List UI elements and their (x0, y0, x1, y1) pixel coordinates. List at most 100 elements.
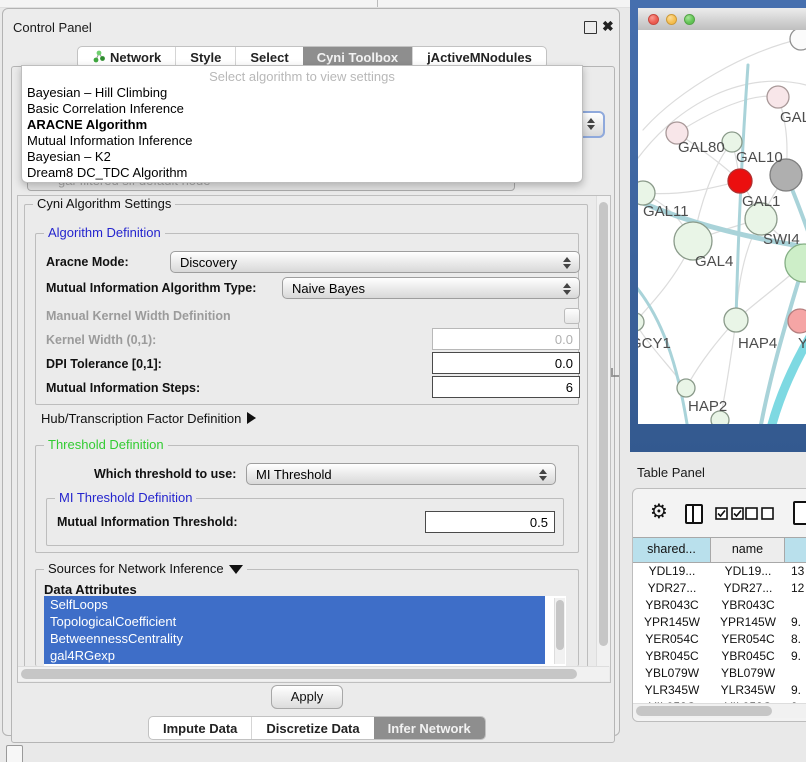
table-row[interactable]: YBR043CYBR043C (633, 597, 806, 614)
algorithm-item-basic-correlation-inference[interactable]: Basic Correlation Inference (22, 101, 582, 117)
table-cell: YER054C (633, 631, 711, 648)
close-icon[interactable]: ✖ (602, 19, 614, 33)
algorithm-dropdown-list: Select algorithm to view settings Bayesi… (21, 65, 583, 183)
columns-icon[interactable] (685, 504, 703, 524)
attribute-item-selfloops[interactable]: SelfLoops (44, 596, 545, 613)
manual-kernel-label: Manual Kernel Width Definition (46, 309, 231, 323)
tab-discretize-data[interactable]: Discretize Data (251, 717, 373, 739)
network-node[interactable] (767, 86, 789, 108)
aracne-mode-combo[interactable]: Discovery (170, 251, 580, 273)
network-node[interactable] (724, 308, 748, 332)
network-node[interactable] (638, 181, 655, 205)
apply-button[interactable]: Apply (271, 685, 343, 709)
table-header-row: shared...nameA (633, 537, 806, 563)
settings-group-title: Cyni Algorithm Settings (33, 197, 175, 211)
attribute-item-gal4rgexp[interactable]: gal4RGexp (44, 647, 545, 664)
float-window-icon[interactable] (584, 21, 597, 34)
table-row[interactable]: YPR145WYPR145W9. (633, 614, 806, 631)
table-row[interactable]: YDL19...YDL19...13 (633, 563, 806, 580)
table-cell: YDL19... (633, 563, 711, 580)
settings-scrollpane: Cyni Algorithm Settings Algorithm Defini… (17, 195, 611, 683)
tab-impute-data[interactable]: Impute Data (149, 717, 251, 739)
mi-threshold-field[interactable]: 0.5 (425, 511, 555, 533)
table-cell: 9. (785, 682, 806, 699)
collapsed-panel-icon[interactable] (6, 745, 23, 762)
gear-icon[interactable]: ⚙ (650, 498, 668, 524)
manual-kernel-checkbox[interactable] (564, 308, 580, 324)
zoom-traffic-light-icon[interactable] (684, 14, 695, 25)
toolbar-divider (377, 0, 378, 7)
mi-steps-field[interactable]: 6 (432, 376, 580, 398)
tab-label: Discretize Data (266, 721, 359, 736)
which-threshold-combo[interactable]: MI Threshold (246, 463, 556, 485)
table-cell (785, 597, 806, 614)
table-cell: 13 (785, 563, 806, 580)
table-row[interactable]: YBR045CYBR045C9. (633, 648, 806, 665)
threshold-definition-title: Threshold Definition (44, 438, 168, 452)
tab-label: Network (110, 50, 161, 65)
network-node[interactable] (788, 309, 806, 333)
algorithm-item-aracne-algorithm[interactable]: ARACNE Algorithm (22, 117, 582, 133)
tab-label: Impute Data (163, 721, 237, 736)
hub-definition-expander[interactable]: Hub/Transcription Factor Definition (41, 411, 256, 426)
threshold-definition-group: Threshold Definition Which threshold to … (35, 445, 579, 553)
network-node[interactable] (728, 169, 752, 193)
mi-threshold-definition-group: MI Threshold Definition Mutual Informati… (46, 498, 564, 546)
algorithm-items: Bayesian – Hill ClimbingBasic Correlatio… (22, 85, 582, 181)
table-row[interactable]: YBL079WYBL079W (633, 665, 806, 682)
table-cell: YPR145W (711, 614, 785, 631)
minimize-traffic-light-icon[interactable] (666, 14, 677, 25)
attribute-item-topologicalcoefficient[interactable]: TopologicalCoefficient (44, 613, 545, 630)
attribute-item-betweennesscentrality[interactable]: BetweennessCentrality (44, 630, 545, 647)
deselect-all-checkboxes-icon[interactable] (745, 507, 775, 520)
table-cell: YPR145W (633, 614, 711, 631)
table-cell: YBR043C (711, 597, 785, 614)
network-canvas[interactable]: GALGAL80GAL10GAL11GAL1SWI4GAL4GCY1HAP4YH… (638, 30, 806, 424)
table-row[interactable]: YER054CYER054C8. (633, 631, 806, 648)
algorithm-item-bayesian-k2[interactable]: Bayesian – K2 (22, 149, 582, 165)
network-node-label: GAL80 (678, 139, 725, 156)
network-window-titlebar[interactable] (638, 8, 806, 31)
panel-resize-handle[interactable] (611, 368, 619, 377)
table-body: YDL19...YDL19...13YDR27...YDR27...12YBR0… (633, 563, 806, 703)
table-horizontal-scrollbar[interactable] (633, 703, 806, 718)
network-node-label: GAL (780, 109, 806, 126)
column-header-a[interactable]: A (785, 538, 806, 562)
dpi-tolerance-label: DPI Tolerance [0,1]: (46, 357, 162, 371)
attribute-list-scrollbar[interactable] (554, 598, 565, 664)
close-traffic-light-icon[interactable] (648, 14, 659, 25)
settings-horizontal-scrollbar[interactable] (18, 666, 609, 681)
table-cell: YER054C (711, 631, 785, 648)
column-header-name[interactable]: name (711, 538, 785, 562)
sources-title-text: Sources for Network Inference (48, 561, 224, 576)
column-header-shared[interactable]: shared... (633, 538, 711, 562)
table-cell: YBR045C (711, 648, 785, 665)
table-cell (785, 665, 806, 682)
table-row[interactable]: YDR27...YDR27...12 (633, 580, 806, 597)
mi-threshold-definition-title: MI Threshold Definition (55, 491, 196, 505)
algorithm-item-mutual-information-inference[interactable]: Mutual Information Inference (22, 133, 582, 149)
algorithm-item-bayesian-hill-climbing[interactable]: Bayesian – Hill Climbing (22, 85, 582, 101)
tab-label: jActiveMNodules (427, 50, 532, 65)
settings-vertical-scrollbar[interactable] (596, 196, 610, 666)
aracne-mode-label: Aracne Mode: (46, 255, 129, 269)
table-row[interactable]: YLR345WYLR345W9. (633, 682, 806, 699)
kernel-width-label: Kernel Width (0,1): (46, 333, 156, 347)
expand-arrow-icon (247, 412, 256, 424)
aracne-mode-value: Discovery (180, 255, 237, 270)
node-table: shared...nameA YDL19...YDL19...13YDR27..… (633, 537, 806, 718)
collapse-arrow-icon (229, 565, 243, 574)
file-icon[interactable] (793, 501, 806, 525)
network-node[interactable] (677, 379, 695, 397)
combo-spinner-icon (563, 282, 571, 296)
table-cell: YBR045C (633, 648, 711, 665)
mi-algorithm-type-combo[interactable]: Naive Bayes (282, 277, 580, 299)
select-all-checkboxes-icon[interactable] (715, 507, 745, 520)
dpi-tolerance-field[interactable]: 0.0 (432, 352, 580, 374)
tab-infer-network[interactable]: Infer Network (374, 717, 485, 739)
network-node[interactable] (790, 30, 806, 50)
algorithm-item-dream8-dc-tdc-algorithm[interactable]: Dream8 DC_TDC Algorithm (22, 165, 582, 181)
sources-title: Sources for Network Inference (44, 562, 247, 576)
kernel-width-field[interactable]: 0.0 (432, 328, 580, 350)
network-node[interactable] (638, 313, 644, 331)
